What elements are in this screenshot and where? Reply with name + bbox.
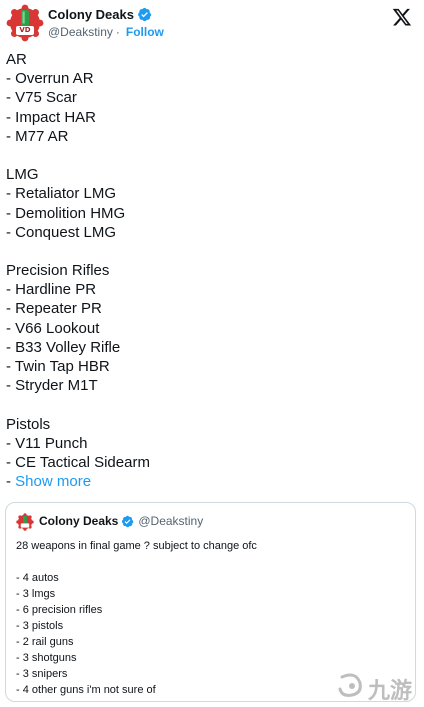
show-more-line: - Show more <box>6 472 416 491</box>
tweet-line: - Impact HAR <box>6 108 97 126</box>
tweet-line: - CE Tactical Sidearm <box>6 453 150 471</box>
verified-badge-icon <box>122 515 134 527</box>
x-logo-icon[interactable] <box>392 7 412 27</box>
watermark-text: 九游 <box>368 679 413 704</box>
quote-line: - 4 autos <box>16 572 59 584</box>
tweet-line: - M77 AR <box>6 127 69 145</box>
show-more-prefix: - <box>6 473 16 491</box>
tweet-text: AR - Overrun AR - V75 Scar - Impact HAR - M7… <box>6 50 416 491</box>
watermark-logo: 九游 <box>336 671 420 704</box>
tweet-line: Pistols <box>6 415 51 433</box>
show-more-link[interactable]: Show more <box>15 473 91 490</box>
quote-avatar-image <box>16 513 34 531</box>
quote-line: - 3 pistols <box>16 620 64 632</box>
tweet-line: - Hardline PR <box>6 281 97 299</box>
tweet-line <box>6 146 416 165</box>
tweet-line: - Demolition HMG <box>6 204 126 222</box>
avatar-image <box>6 4 44 42</box>
quote-author-display-name: Colony Deaks <box>39 514 119 528</box>
tweet-line: - B33 Volley Rifle <box>6 338 121 356</box>
author-display-name[interactable]: Colony Deaks <box>48 7 134 22</box>
author-handle-row: @Deakstiny · Follow <box>48 25 164 39</box>
tweet-line: - V75 Scar <box>6 89 77 107</box>
author-handle[interactable]: @Deakstiny <box>48 25 113 39</box>
tweet-line: AR <box>6 51 27 68</box>
follow-button[interactable]: Follow <box>126 25 164 39</box>
tweet-line: - V11 Punch <box>6 434 88 452</box>
tweet-line: LMG <box>6 166 39 184</box>
quote-line: - 3 shotguns <box>16 652 77 664</box>
avatar-text: VD <box>19 26 31 34</box>
tweet-line: - Repeater PR <box>6 300 102 318</box>
tweet-line: - Retaliator LMG <box>6 185 117 203</box>
author-name-row: Colony Deaks <box>48 7 152 22</box>
tweet-line <box>6 242 416 261</box>
tweet-line: - Stryder M1T <box>6 377 98 395</box>
verified-badge-icon <box>138 7 152 22</box>
tweet-line <box>6 395 416 414</box>
tweet-header: VD Colony Deaks @Deakstiny · Follow <box>6 4 418 44</box>
tweet-line: - Overrun AR <box>6 70 94 88</box>
author-avatar[interactable]: VD <box>6 4 44 42</box>
tweet-line: - Twin Tap HBR <box>6 358 110 375</box>
quote-author-avatar <box>16 513 34 531</box>
quote-line: - 3 lmgs <box>16 588 56 600</box>
quote-line: - 6 precision rifles <box>16 604 103 616</box>
quote-line <box>16 554 411 570</box>
quote-line: 28 weapons in final game ? subject to ch… <box>16 540 257 552</box>
tweet-line: - V66 Lookout <box>6 319 100 337</box>
tweet-line: - Conquest LMG <box>6 223 117 241</box>
separator-dot: · <box>115 25 120 39</box>
quote-author-handle: @Deakstiny <box>138 514 204 528</box>
quote-author-row: Colony Deaks @Deakstiny <box>39 514 203 528</box>
tweet-line: Precision Rifles <box>6 262 110 280</box>
quote-line: - 2 rail guns <box>16 636 74 648</box>
